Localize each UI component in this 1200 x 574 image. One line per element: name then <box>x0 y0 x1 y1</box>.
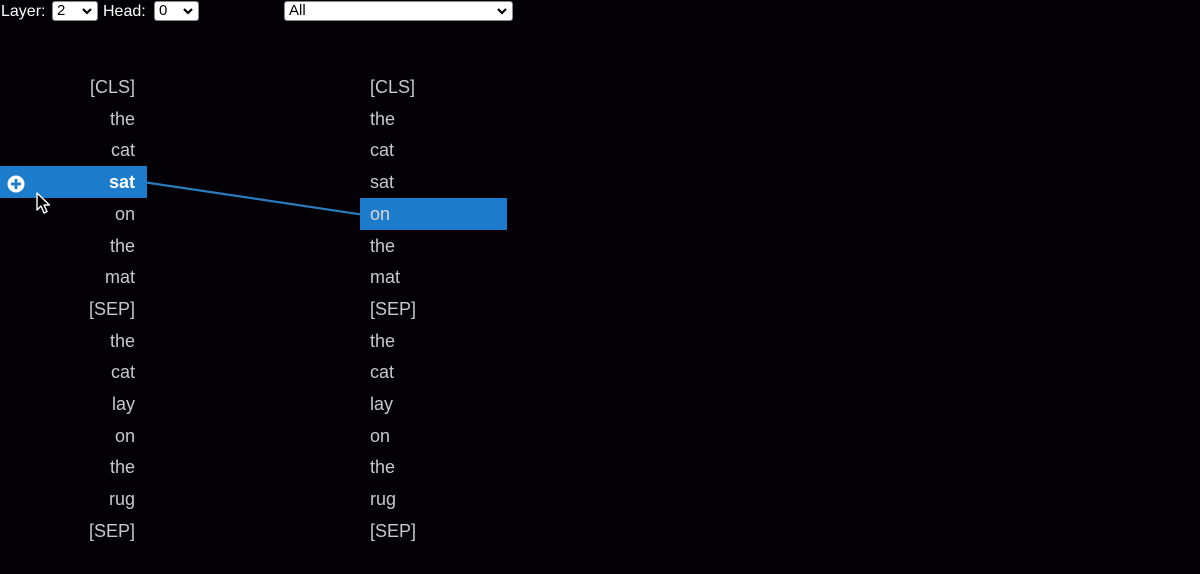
right-token[interactable]: on <box>360 420 507 452</box>
left-token[interactable]: mat <box>0 261 147 293</box>
attention-lines <box>146 181 361 216</box>
filter-select-value: All <box>289 2 306 19</box>
right-token[interactable]: the <box>360 451 507 483</box>
head-label: Head: <box>103 3 146 20</box>
right-token[interactable]: cat <box>360 356 507 388</box>
left-token[interactable]: the <box>0 325 147 357</box>
right-token[interactable]: [SEP] <box>360 515 507 547</box>
chevron-down-icon <box>82 8 92 15</box>
left-token[interactable]: rug <box>0 483 147 515</box>
right-token[interactable]: the <box>360 325 507 357</box>
left-token[interactable]: the <box>0 230 147 262</box>
left-token[interactable]: [CLS] <box>0 71 147 103</box>
chevron-down-icon <box>497 8 507 15</box>
plus-circle-icon[interactable] <box>7 175 25 193</box>
left-token[interactable]: on <box>0 420 147 452</box>
left-token[interactable]: [SEP] <box>0 515 147 547</box>
layer-select[interactable]: 2 <box>52 1 98 21</box>
head-select-value: 0 <box>159 2 168 19</box>
right-token[interactable]: the <box>360 230 507 262</box>
left-token[interactable]: cat <box>0 356 147 388</box>
left-token[interactable]: the <box>0 103 147 135</box>
right-token[interactable]: cat <box>360 134 507 166</box>
layer-label: Layer: <box>1 3 46 20</box>
toolbar: Layer: 2 Head: 0 All <box>0 0 1200 24</box>
left-token[interactable]: cat <box>0 134 147 166</box>
right-token[interactable]: the <box>360 103 507 135</box>
right-token[interactable]: [CLS] <box>360 71 507 103</box>
mouse-pointer-icon <box>36 192 51 214</box>
right-token[interactable]: lay <box>360 388 507 420</box>
chevron-down-icon <box>183 8 193 15</box>
right-token[interactable]: rug <box>360 483 507 515</box>
filter-select[interactable]: All <box>284 1 513 21</box>
right-token[interactable]: sat <box>360 166 507 198</box>
left-token[interactable]: on <box>0 198 147 230</box>
layer-select-value: 2 <box>57 2 66 19</box>
head-select[interactable]: 0 <box>154 1 199 21</box>
attention-line <box>146 181 361 216</box>
right-token[interactable]: on <box>360 197 507 230</box>
left-token[interactable]: lay <box>0 388 147 420</box>
right-token[interactable]: [SEP] <box>360 293 507 325</box>
left-token[interactable]: the <box>0 451 147 483</box>
right-token[interactable]: mat <box>360 261 507 293</box>
left-token[interactable]: [SEP] <box>0 293 147 325</box>
